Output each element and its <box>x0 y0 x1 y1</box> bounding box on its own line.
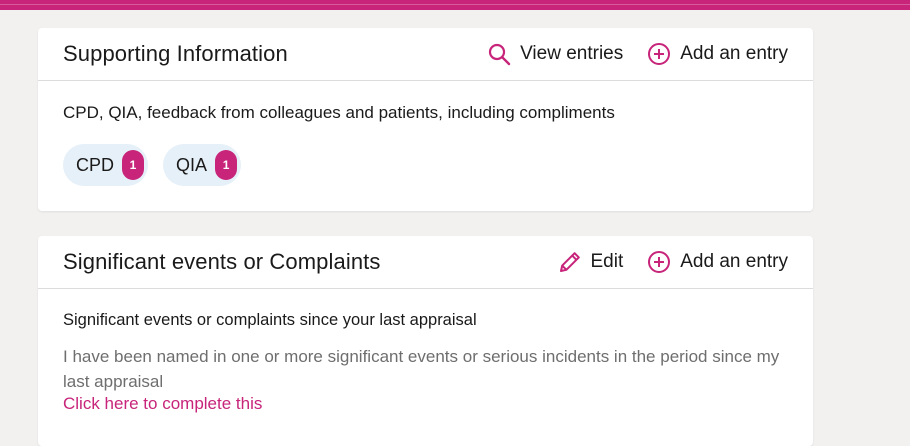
statement-text: I have been named in one or more signifi… <box>63 347 780 391</box>
top-accent-bar <box>0 0 910 10</box>
pencil-icon <box>558 250 582 274</box>
view-entries-label: View entries <box>520 43 624 64</box>
supporting-information-card: Supporting Information View entries Add … <box>38 28 813 211</box>
edit-label: Edit <box>590 251 624 272</box>
count-badge: 1 <box>215 150 238 180</box>
tag-label: QIA <box>176 154 208 175</box>
significant-events-card: Significant events or Complaints Edit Ad… <box>38 236 813 446</box>
card-header: Significant events or Complaints Edit Ad… <box>38 236 813 289</box>
tag-list: CPD 1 QIA 1 <box>63 144 788 186</box>
tag-cpd[interactable]: CPD 1 <box>63 144 149 186</box>
card-header: Supporting Information View entries Add … <box>38 28 813 81</box>
card-actions: View entries Add an entry <box>463 42 788 66</box>
plus-circle-icon <box>647 250 671 274</box>
count-badge: 1 <box>122 150 145 180</box>
add-entry-label: Add an entry <box>680 251 788 272</box>
card-actions: Edit Add an entry <box>534 250 788 274</box>
add-entry-button[interactable]: Add an entry <box>647 42 788 66</box>
card-body: Significant events or complaints since y… <box>38 311 813 414</box>
complete-link[interactable]: Click here to complete this <box>63 394 262 414</box>
tag-label: CPD <box>76 154 115 175</box>
card-title: Significant events or Complaints <box>63 249 381 274</box>
search-icon <box>487 42 511 66</box>
view-entries-button[interactable]: View entries <box>487 42 623 66</box>
add-entry-button[interactable]: Add an entry <box>647 250 788 274</box>
card-title: Supporting Information <box>63 41 288 66</box>
card-description: CPD, QIA, feedback from colleagues and p… <box>63 103 615 122</box>
card-body: CPD, QIA, feedback from colleagues and p… <box>38 103 813 186</box>
add-entry-label: Add an entry <box>680 43 788 64</box>
tag-qia[interactable]: QIA 1 <box>163 144 242 186</box>
section-subheading: Significant events or complaints since y… <box>63 311 477 329</box>
plus-circle-icon <box>647 42 671 66</box>
edit-button[interactable]: Edit <box>558 250 624 274</box>
